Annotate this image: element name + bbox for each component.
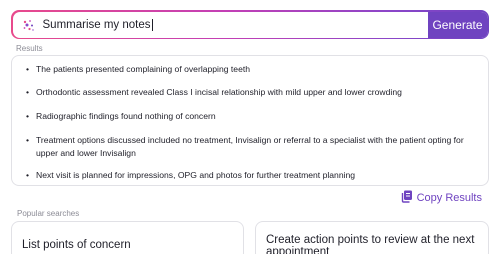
results-card: • The patients presented complaining of … (11, 55, 489, 186)
popular-search-text: List points of concern (22, 239, 131, 251)
popular-search-card[interactable]: Create action points to review at the ne… (255, 221, 489, 254)
list-item: • Treatment options discussed included n… (26, 134, 478, 160)
search-bar: Summarise my notes Generate (11, 10, 489, 39)
generate-button[interactable]: Generate (427, 11, 488, 38)
result-text: Next visit is planned for impressions, O… (36, 170, 356, 180)
bullet: • (26, 111, 30, 121)
popular-search-card[interactable]: List points of concern (11, 221, 244, 254)
bullet: • (26, 135, 30, 145)
list-item: • Orthodontic assessment revealed Class … (26, 86, 478, 99)
list-item: • Next visit is planned for impressions,… (26, 169, 478, 182)
search-input[interactable]: Summarise my notes (42, 18, 428, 31)
list-item: • The patients presented complaining of … (26, 63, 478, 76)
text-caret (151, 18, 153, 31)
result-text: The patients presented complaining of ov… (36, 64, 251, 74)
search-input-value: Summarise my notes (42, 18, 151, 31)
copy-results-button[interactable]: Copy Results (401, 190, 482, 206)
result-text: Orthodontic assessment revealed Class I … (36, 87, 402, 97)
sparkle-icon (13, 18, 43, 32)
result-text: Radiographic findings found nothing of c… (36, 111, 216, 121)
popular-search-text: Create action points to review at the ne… (266, 234, 475, 254)
bullet: • (26, 87, 30, 97)
results-label: Results (16, 44, 43, 53)
result-text: Treatment options discussed included no … (36, 135, 464, 158)
copy-results-label: Copy Results (416, 192, 482, 204)
bullet: • (26, 170, 30, 180)
copy-icon (401, 190, 417, 206)
list-item: • Radiographic findings found nothing of… (26, 110, 478, 123)
search-container: Summarise my notes Generate (12, 11, 488, 38)
bullet: • (26, 64, 30, 74)
popular-searches-label: Popular searches (17, 209, 80, 218)
